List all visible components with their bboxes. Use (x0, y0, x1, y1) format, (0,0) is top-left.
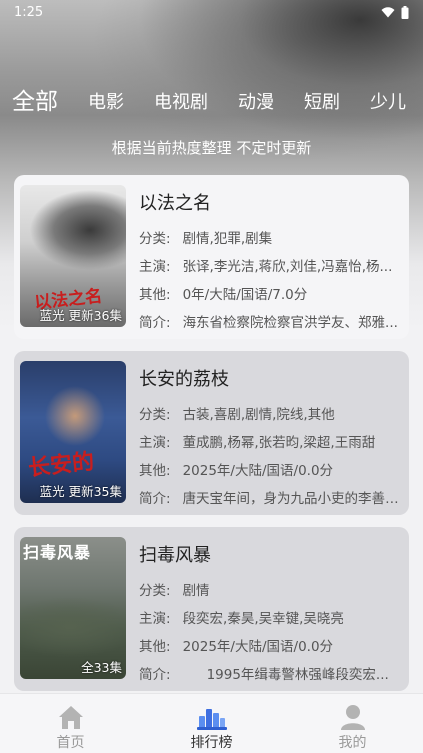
item-info: 长安的荔枝 分类: 古装,喜剧,剧情,院线,其他 主演: 董成鹏,杨幂,张若昀,… (139, 361, 403, 507)
intro-value: 海东省检察院检察官洪学友、郑雅... (182, 315, 398, 331)
genre-label: 分类: (139, 407, 171, 423)
genre-row: 分类: 古装,喜剧,剧情,院线,其他 (139, 399, 403, 427)
intro-label: 简介: (139, 315, 171, 331)
list-item[interactable]: 以法之名 蓝光 更新36集 以法之名 分类: 剧情,犯罪,剧集 主演: 张译,李… (14, 175, 409, 339)
tab-label: 动漫 (238, 92, 274, 113)
intro-value: 1995年缉毒警林强峰段奕宏... (206, 667, 389, 683)
genre-row: 分类: 剧情,犯罪,剧集 (139, 223, 403, 251)
poster-badge: 蓝光 更新35集 (39, 484, 122, 499)
other-value: 2025年/大陆/国语/0.0分 (182, 639, 334, 655)
tab-kids[interactable]: 少儿 (370, 88, 406, 120)
genre-value: 剧情 (182, 583, 210, 599)
cast-row: 主演: 董成鹏,杨幂,张若昀,梁超,王雨甜 (139, 427, 403, 455)
category-tabs: 全部 电影 电视剧 动漫 短剧 少儿 (0, 80, 423, 120)
item-info: 扫毒风暴 分类: 剧情 主演: 段奕宏,秦昊,吴幸键,吴晓亮 其他: 2025年… (139, 537, 403, 683)
intro-row: 简介: 唐天宝年间，身为九品小吏的李善德骂... (139, 483, 403, 511)
genre-label: 分类: (139, 231, 171, 247)
other-label: 其他: (139, 639, 171, 655)
poster-image: 以法之名 蓝光 更新36集 (20, 185, 126, 327)
other-label: 其他: (139, 287, 171, 303)
intro-row: 简介: 海东省检察院检察官洪学友、郑雅... (139, 307, 403, 335)
cast-label: 主演: (139, 435, 171, 451)
wifi-icon (381, 6, 395, 17)
bottom-nav: 首页 排行榜 我的 (0, 693, 423, 753)
ranking-subtitle: 根据当前热度整理 不定时更新 (111, 139, 312, 157)
nav-label: 我的 (338, 735, 367, 751)
other-row: 其他: 2025年/大陆/国语/0.0分 (139, 631, 403, 659)
other-label: 其他: (139, 463, 171, 479)
status-icons (381, 5, 409, 19)
genre-value: 剧情,犯罪,剧集 (182, 231, 273, 247)
status-bar: 1:25 (0, 0, 423, 24)
item-title: 以法之名 (139, 193, 211, 214)
tab-label: 少儿 (370, 92, 406, 113)
poster-image: 扫毒风暴 全33集 (20, 537, 126, 679)
poster-title-art: 长安的 (27, 449, 96, 482)
battery-icon (401, 5, 409, 19)
other-row: 其他: 2025年/大陆/国语/0.0分 (139, 455, 403, 483)
tab-anime[interactable]: 动漫 (238, 88, 274, 120)
cast-row: 主演: 段奕宏,秦昊,吴幸键,吴晓亮 (139, 603, 403, 631)
poster-title-art: 扫毒风暴 (23, 543, 92, 562)
tab-tv-series[interactable]: 电视剧 (154, 88, 208, 120)
genre-label: 分类: (139, 583, 171, 599)
list-item[interactable]: 扫毒风暴 全33集 扫毒风暴 分类: 剧情 主演: 段奕宏,秦昊,吴幸键,吴晓亮… (14, 527, 409, 691)
genre-value: 古装,喜剧,剧情,院线,其他 (182, 407, 335, 423)
other-value: 2025年/大陆/国语/0.0分 (182, 463, 334, 479)
intro-row: 简介: 1995年缉毒警林强峰段奕宏... (139, 659, 403, 687)
cast-label: 主演: (139, 611, 171, 627)
poster-image: 长安的 蓝光 更新35集 (20, 361, 126, 503)
tab-label: 短剧 (304, 92, 340, 113)
nav-label: 首页 (56, 735, 85, 751)
cast-value: 张译,李光洁,蒋欣,刘佳,冯嘉怡,杨... (182, 259, 393, 275)
item-title: 长安的荔枝 (139, 369, 229, 390)
ranking-icon (196, 702, 227, 730)
ranking-list: 以法之名 蓝光 更新36集 以法之名 分类: 剧情,犯罪,剧集 主演: 张译,李… (14, 175, 409, 703)
intro-label: 简介: (139, 667, 171, 683)
cast-value: 董成鹏,杨幂,张若昀,梁超,王雨甜 (182, 435, 376, 451)
home-icon (58, 702, 84, 730)
other-value: 0年/大陆/国语/7.0分 (182, 287, 308, 303)
nav-label: 排行榜 (190, 735, 233, 751)
list-item[interactable]: 长安的 蓝光 更新35集 长安的荔枝 分类: 古装,喜剧,剧情,院线,其他 主演… (14, 351, 409, 515)
tab-short-drama[interactable]: 短剧 (304, 88, 340, 120)
cast-label: 主演: (139, 259, 171, 275)
poster-badge: 蓝光 更新36集 (39, 308, 122, 323)
item-info: 以法之名 分类: 剧情,犯罪,剧集 主演: 张译,李光洁,蒋欣,刘佳,冯嘉怡,杨… (139, 185, 403, 331)
intro-label: 简介: (139, 491, 171, 507)
nav-item-home[interactable]: 首页 (0, 694, 141, 753)
status-time: 1:25 (14, 4, 44, 20)
item-title: 扫毒风暴 (139, 545, 211, 566)
intro-value: 唐天宝年间，身为九品小吏的李善德骂... (182, 491, 403, 507)
user-icon (340, 702, 366, 730)
tab-movie[interactable]: 电影 (88, 88, 124, 120)
tab-label: 全部 (12, 89, 58, 115)
tab-label: 电影 (88, 92, 124, 113)
nav-item-ranking[interactable]: 排行榜 (141, 694, 282, 753)
genre-row: 分类: 剧情 (139, 575, 403, 603)
other-row: 其他: 0年/大陆/国语/7.0分 (139, 279, 403, 307)
cast-value: 段奕宏,秦昊,吴幸键,吴晓亮 (182, 611, 344, 627)
tab-label: 电视剧 (154, 92, 208, 113)
cast-row: 主演: 张译,李光洁,蒋欣,刘佳,冯嘉怡,杨... (139, 251, 403, 279)
poster-badge: 全33集 (81, 660, 122, 675)
nav-item-mine[interactable]: 我的 (282, 694, 423, 753)
tab-all[interactable]: 全部 (12, 82, 58, 120)
